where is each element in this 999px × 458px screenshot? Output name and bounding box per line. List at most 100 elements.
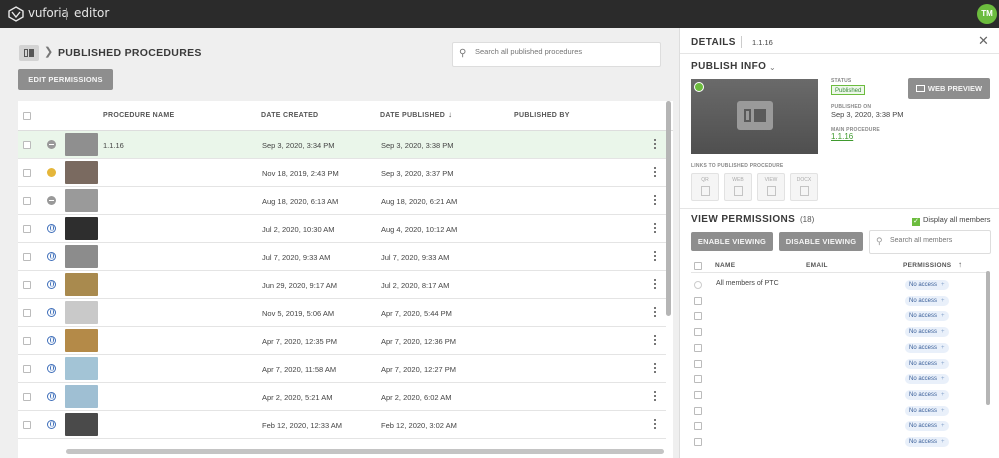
- table-horizontal-scrollbar[interactable]: [66, 449, 664, 454]
- row-checkbox[interactable]: [23, 141, 31, 149]
- access-pill[interactable]: No access +: [905, 358, 949, 369]
- table-row[interactable]: Nov 5, 2019, 5:06 AM Apr 7, 2020, 5:44 PM: [18, 299, 666, 327]
- add-access-icon[interactable]: +: [941, 408, 945, 414]
- access-pill[interactable]: No access +: [905, 437, 949, 447]
- add-access-icon[interactable]: +: [941, 329, 945, 335]
- row-menu-icon[interactable]: [654, 307, 656, 319]
- member-checkbox[interactable]: [694, 296, 702, 305]
- table-row[interactable]: Feb 12, 2020, 12:33 AM Feb 12, 2020, 3:02…: [18, 411, 666, 439]
- row-menu-icon[interactable]: [654, 363, 656, 375]
- table-row[interactable]: Jul 7, 2020, 9:33 AM Jul 7, 2020, 9:33 AM: [18, 243, 666, 271]
- row-menu-icon[interactable]: [654, 335, 656, 347]
- member-row[interactable]: No access +: [691, 357, 987, 372]
- member-row[interactable]: No access +: [691, 388, 987, 403]
- member-row[interactable]: No access +: [691, 341, 987, 356]
- members-scrollbar[interactable]: [986, 271, 990, 405]
- select-all-checkbox[interactable]: [23, 112, 31, 120]
- chevron-down-icon[interactable]: ⌄: [769, 63, 776, 72]
- view-link-tile[interactable]: VIEW: [757, 173, 785, 201]
- web-link-tile[interactable]: WEB: [724, 173, 752, 201]
- docx-link-tile[interactable]: DOCX: [790, 173, 818, 201]
- row-menu-icon[interactable]: [654, 279, 656, 291]
- disable-viewing-button[interactable]: DISABLE VIEWING: [779, 232, 863, 251]
- member-checkbox[interactable]: [694, 422, 702, 431]
- member-row[interactable]: No access +: [691, 294, 987, 309]
- table-row[interactable]: Jul 2, 2020, 10:30 AM Aug 4, 2020, 10:12 …: [18, 215, 666, 243]
- column-date-created[interactable]: DATE CREATED: [261, 112, 318, 119]
- column-published-by[interactable]: PUBLISHED BY: [514, 112, 570, 119]
- row-menu-icon[interactable]: [654, 251, 656, 263]
- member-checkbox[interactable]: [694, 390, 702, 399]
- publish-info-title[interactable]: PUBLISH INFO: [691, 61, 766, 72]
- display-all-members-toggle[interactable]: ✓ Display all members: [912, 215, 991, 226]
- table-row[interactable]: Jun 29, 2020, 9:17 AM Jul 2, 2020, 8:17 A…: [18, 271, 666, 299]
- table-row[interactable]: Nov 18, 2019, 2:43 PM Sep 3, 2020, 3:37 P…: [18, 159, 666, 187]
- row-menu-icon[interactable]: [654, 139, 656, 151]
- member-checkbox[interactable]: [694, 375, 702, 384]
- user-avatar[interactable]: TM: [977, 4, 997, 24]
- member-checkbox[interactable]: [694, 359, 702, 368]
- row-checkbox[interactable]: [23, 365, 31, 373]
- member-checkbox[interactable]: [694, 312, 702, 321]
- access-pill[interactable]: No access +: [905, 405, 949, 416]
- member-checkbox[interactable]: [694, 406, 702, 415]
- member-row[interactable]: No access +: [691, 372, 987, 387]
- access-pill[interactable]: No access +: [905, 327, 949, 338]
- enable-viewing-button[interactable]: ENABLE VIEWING: [691, 232, 773, 251]
- qr-link-tile[interactable]: QR: [691, 173, 719, 201]
- member-row[interactable]: No access +: [691, 309, 987, 324]
- row-menu-icon[interactable]: [654, 391, 656, 403]
- add-access-icon[interactable]: +: [941, 282, 945, 288]
- row-checkbox[interactable]: [23, 169, 31, 177]
- row-menu-icon[interactable]: [654, 223, 656, 235]
- table-row[interactable]: 1.1.16 Sep 3, 2020, 3:34 PM Sep 3, 2020, 3…: [18, 131, 666, 159]
- add-access-icon[interactable]: +: [941, 298, 945, 304]
- sort-arrow-up-icon[interactable]: ↑: [958, 260, 962, 269]
- add-access-icon[interactable]: +: [941, 423, 945, 429]
- close-icon[interactable]: ✕: [978, 33, 989, 49]
- table-row[interactable]: Apr 2, 2020, 5:21 AM Apr 2, 2020, 6:02 AM: [18, 383, 666, 411]
- member-checkbox[interactable]: [694, 343, 702, 352]
- procedure-search-input[interactable]: [475, 47, 655, 56]
- vuforia-logo-icon[interactable]: [8, 6, 24, 22]
- access-pill[interactable]: No access +: [905, 421, 949, 432]
- row-checkbox[interactable]: [23, 253, 31, 261]
- member-row[interactable]: No access +: [691, 404, 987, 419]
- column-date-published[interactable]: DATE PUBLISHED: [380, 112, 445, 119]
- column-procedure-name[interactable]: PROCEDURE NAME: [103, 112, 174, 119]
- row-checkbox[interactable]: [23, 421, 31, 429]
- add-access-icon[interactable]: +: [941, 392, 945, 398]
- row-checkbox[interactable]: [23, 197, 31, 205]
- access-pill[interactable]: No access +: [905, 295, 949, 306]
- row-menu-icon[interactable]: [654, 195, 656, 207]
- add-access-icon[interactable]: +: [941, 439, 945, 445]
- table-row[interactable]: Apr 7, 2020, 11:58 AM Apr 7, 2020, 12:27 …: [18, 355, 666, 383]
- row-checkbox[interactable]: [23, 309, 31, 317]
- member-row[interactable]: No access +: [691, 435, 987, 450]
- access-pill[interactable]: No access +: [905, 280, 949, 290]
- row-checkbox[interactable]: [23, 337, 31, 345]
- member-row[interactable]: No access +: [691, 419, 987, 434]
- member-checkbox[interactable]: [694, 328, 702, 337]
- table-row[interactable]: Apr 7, 2020, 12:35 PM Apr 7, 2020, 12:36 …: [18, 327, 666, 355]
- add-access-icon[interactable]: +: [941, 361, 945, 367]
- row-menu-icon[interactable]: [654, 419, 656, 431]
- access-pill[interactable]: No access +: [905, 374, 949, 385]
- member-search-input[interactable]: [890, 237, 986, 244]
- add-access-icon[interactable]: +: [941, 376, 945, 382]
- column-email[interactable]: EMAIL: [806, 262, 828, 269]
- select-all-members-checkbox[interactable]: [694, 262, 702, 270]
- add-access-icon[interactable]: +: [941, 345, 945, 351]
- row-checkbox[interactable]: [23, 225, 31, 233]
- row-checkbox[interactable]: [23, 281, 31, 289]
- column-permissions[interactable]: PERMISSIONS: [903, 262, 951, 269]
- member-checkbox[interactable]: [694, 438, 702, 446]
- edit-permissions-button[interactable]: EDIT PERMISSIONS: [18, 69, 113, 90]
- table-vertical-scrollbar[interactable]: [666, 101, 671, 316]
- member-row[interactable]: All members of PTC No access +: [691, 278, 987, 293]
- web-preview-button[interactable]: WEB PREVIEW: [908, 78, 990, 99]
- access-pill[interactable]: No access +: [905, 311, 949, 322]
- row-menu-icon[interactable]: [654, 167, 656, 179]
- column-name[interactable]: NAME: [715, 262, 735, 269]
- row-checkbox[interactable]: [23, 393, 31, 401]
